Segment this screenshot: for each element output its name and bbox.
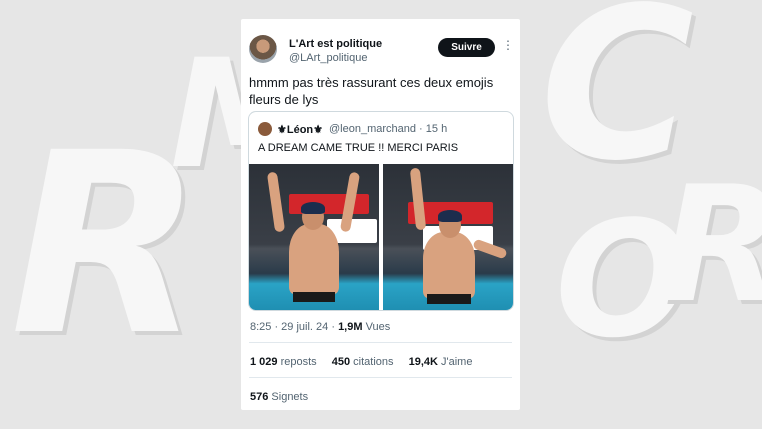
swimmer-photo-1[interactable]: [249, 164, 379, 310]
quoted-avatar: [258, 122, 272, 136]
quoted-tweet[interactable]: ⚜Léon⚜ @leon_marchand · 15 h A DREAM CAM…: [248, 111, 514, 311]
author-name[interactable]: L'Art est politique: [289, 38, 382, 50]
quoted-text: A DREAM CAME TRUE !! MERCI PARIS: [258, 142, 459, 154]
author-handle[interactable]: @LArt_politique: [289, 52, 367, 64]
swimmer-photo-2[interactable]: [383, 164, 513, 310]
likes-label: J'aime: [437, 356, 473, 368]
bg-letter: R: [660, 165, 762, 325]
quotes-label: citations: [350, 356, 394, 368]
tweet-timestamp[interactable]: 8:25 · 29 juil. 24 ·: [250, 321, 338, 333]
follow-button[interactable]: Suivre: [438, 38, 495, 57]
views-label: Vues: [362, 321, 391, 333]
bookmarks-label: Signets: [268, 391, 309, 403]
more-options-icon[interactable]: ⋮: [502, 38, 514, 52]
tweet-text: hmmm pas très rassurant ces deux emojis …: [249, 75, 494, 107]
divider: [249, 377, 512, 378]
reposts-label: reposts: [277, 356, 317, 368]
engagement-stats: 1 029 reposts 450 citations 19,4K J'aime: [250, 356, 484, 368]
quoted-author-name: ⚜Léon⚜: [277, 124, 323, 136]
divider: [249, 342, 512, 343]
author-avatar[interactable]: [249, 35, 277, 63]
quotes-count: 450: [331, 356, 351, 368]
bookmarks-count: 576: [250, 391, 269, 403]
tweet-card: L'Art est politique @LArt_politique Suiv…: [241, 19, 520, 410]
quotes-stat[interactable]: 450 citations: [332, 356, 394, 368]
tweet-metadata: 8:25 · 29 juil. 24 · 1,9M Vues: [250, 321, 390, 333]
quoted-author-handle: @leon_marchand · 15 h: [329, 123, 448, 135]
reposts-count: 1 029: [250, 356, 278, 368]
views-count: 1,9M: [338, 321, 363, 333]
likes-count: 19,4K: [408, 356, 438, 368]
bookmarks-stat[interactable]: 576 Signets: [250, 391, 308, 403]
reposts-stat[interactable]: 1 029 reposts: [250, 356, 317, 368]
likes-stat[interactable]: 19,4K J'aime: [409, 356, 473, 368]
